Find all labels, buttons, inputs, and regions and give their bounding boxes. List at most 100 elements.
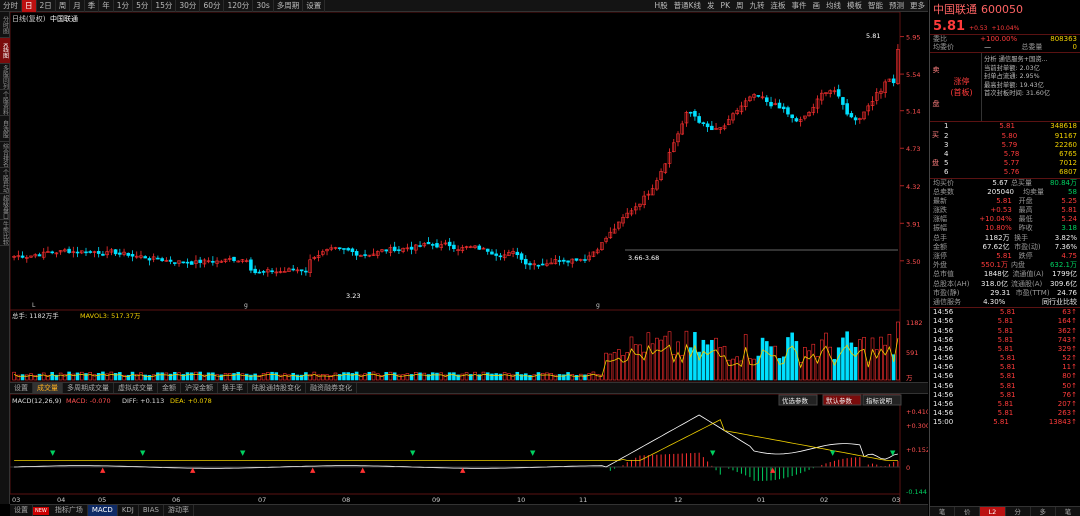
sidebar-item[interactable]: 个股资料 xyxy=(0,90,10,116)
candle-body xyxy=(392,246,397,252)
indicator-tab[interactable]: 成交量 xyxy=(33,383,63,393)
volume-bar xyxy=(270,371,274,381)
volume-bar xyxy=(858,339,862,381)
volume-bar xyxy=(354,371,359,381)
bottom-tab[interactable]: 指标广场 xyxy=(51,505,88,516)
indicator-tab[interactable]: 陆股通持股变化 xyxy=(248,383,306,393)
buy-level-row[interactable]: 6 5.76 6807 xyxy=(930,168,1080,177)
tick-direction-icon: ↑ xyxy=(1071,381,1077,390)
toolbar-tool[interactable]: 九转 xyxy=(747,0,768,11)
indicator-tab[interactable]: 融资融券变化 xyxy=(306,383,357,393)
candle-body xyxy=(485,248,490,252)
candle-body xyxy=(794,118,799,122)
candle-body xyxy=(777,102,782,109)
macd-dea-line xyxy=(14,419,898,461)
tick-price: 5.81 xyxy=(997,335,1014,344)
panel-tab[interactable]: 笔 xyxy=(930,507,956,516)
tick-price: 5.81 xyxy=(997,400,1014,408)
sidebar-item[interactable]: 自选股 xyxy=(0,116,10,142)
toolbar-tool[interactable]: 周 xyxy=(733,0,747,11)
toolbar-tool[interactable]: 智能 xyxy=(865,0,886,11)
toolbar-tool[interactable]: 预测 xyxy=(886,0,907,11)
period-tab[interactable]: 设置 xyxy=(303,0,326,12)
indicator-tab[interactable]: 虚拟成交量 xyxy=(114,383,158,393)
period-tab[interactable]: 120分 xyxy=(224,0,254,12)
sidebar-item[interactable]: 个股异动 xyxy=(0,168,10,194)
stat-value: 5.81 xyxy=(996,196,1012,205)
candle-body xyxy=(354,251,359,256)
volume-bar xyxy=(185,372,190,381)
period-tab[interactable]: 2日 xyxy=(37,0,56,12)
panel-tab[interactable]: 多 xyxy=(1031,507,1056,516)
bottom-tab[interactable]: 设置 xyxy=(10,505,33,516)
bottom-tab[interactable]: BIAS xyxy=(139,505,164,516)
toolbar-tool[interactable]: H股 xyxy=(651,0,670,11)
sidebar-item[interactable]: 超级盘口 xyxy=(0,194,10,220)
panel-tab[interactable]: 分 xyxy=(1006,507,1031,516)
bottom-tab[interactable]: MACD xyxy=(87,505,118,516)
buy-level-volume: 91167 xyxy=(1054,131,1077,140)
toolbar-tool[interactable]: 均线 xyxy=(823,0,844,11)
indicator-tab[interactable]: 金额 xyxy=(158,383,181,393)
toolbar-tool[interactable]: 连板 xyxy=(768,0,789,11)
sidebar-item[interactable]: 牛熊比较 xyxy=(0,220,10,246)
toolbar-tool[interactable]: 更多 xyxy=(907,0,928,11)
bottom-tab[interactable]: 游动率 xyxy=(164,505,194,516)
sidebar-item[interactable]: K线图 xyxy=(0,38,10,64)
period-tab[interactable]: 季 xyxy=(85,0,100,12)
toolbar-tool[interactable]: 普通K线 xyxy=(671,0,704,11)
buy-level-row[interactable]: 5 5.77 7012 xyxy=(930,159,1080,168)
period-tab[interactable]: 分时 xyxy=(0,0,22,12)
candle-body xyxy=(519,253,524,260)
toolbar-tool[interactable]: 画 xyxy=(810,0,824,11)
buy-level-row[interactable]: 2 5.80 91167 xyxy=(930,132,1080,141)
volume-bar xyxy=(718,347,723,381)
bottom-tab[interactable]: KDJ xyxy=(118,505,139,516)
chart-svg[interactable]: 5.95 5.54 5.14 4.73 4.32 3.91 3.50 日线(复权) 中国联通 5.… xyxy=(9,11,930,504)
volume-bar xyxy=(460,373,465,381)
period-tab[interactable]: 年 xyxy=(99,0,114,12)
buy-level-index: 1 xyxy=(944,122,949,131)
toolbar-tool[interactable]: PK xyxy=(718,1,733,10)
tick-price: 5.81 xyxy=(997,409,1014,418)
volume-bar xyxy=(198,371,202,381)
buy-level-row[interactable]: 3 5.79 22260 xyxy=(930,141,1080,150)
panel-tab[interactable]: 笔 xyxy=(1056,507,1080,516)
candle-body xyxy=(384,249,389,252)
stat-value: 同行业比较 xyxy=(1041,297,1077,306)
indicator-tab[interactable]: 沪深金额 xyxy=(181,383,218,393)
period-tab[interactable]: 60分 xyxy=(200,0,225,12)
tick-row: 14:56 5.81 263↑ xyxy=(930,409,1080,418)
candle-body xyxy=(845,103,849,115)
indicator-tab[interactable]: 换手率 xyxy=(218,383,248,393)
toolbar-tool[interactable]: 模板 xyxy=(844,0,865,11)
period-tab[interactable]: 周 xyxy=(56,0,71,12)
volume-bar xyxy=(735,356,739,381)
panel-tab[interactable]: 价 xyxy=(955,507,981,516)
limit-up-info: 分析 通信服务+国资... 当前封单额: 2.03亿 封单占流通: 2.95% … xyxy=(984,56,1051,97)
buy-level-row[interactable]: 1 5.81 348618 xyxy=(930,122,1080,131)
period-tab[interactable]: 5分 xyxy=(133,0,153,12)
sidebar-item[interactable]: 分时图 xyxy=(0,12,10,38)
period-tab[interactable]: 日 xyxy=(22,0,37,12)
volume-bar xyxy=(862,336,866,381)
period-tab[interactable]: 月 xyxy=(70,0,85,12)
tick-vol-group: 76↑ xyxy=(1062,391,1077,400)
period-tab[interactable]: 30分 xyxy=(176,0,201,12)
sidebar-item[interactable]: 综合排名 xyxy=(0,142,10,168)
sidebar-item[interactable]: 多股同列 xyxy=(0,64,10,90)
tick-time: 15:00 xyxy=(933,418,954,427)
limit-up-badge[interactable]: 涨停 (首板) xyxy=(942,53,982,122)
toolbar-tool[interactable]: 事件 xyxy=(789,0,810,11)
macd-tick-label: +0.300 xyxy=(906,422,928,430)
period-tab[interactable]: 1分 xyxy=(114,0,134,12)
indicator-tab[interactable]: 多周期成交量 xyxy=(63,383,114,393)
panel-tab[interactable]: L2 xyxy=(980,507,1006,516)
buy-level-row[interactable]: 4 5.78 6765 xyxy=(930,150,1080,159)
indicator-tab[interactable]: 设置 xyxy=(10,383,33,393)
period-tab[interactable]: 30s xyxy=(253,0,274,12)
period-tab[interactable]: 15分 xyxy=(152,0,177,12)
toolbar-tool[interactable]: 发 xyxy=(704,0,718,11)
macd-title: MACD(12,26,9) xyxy=(12,397,61,405)
period-tab[interactable]: 多周期 xyxy=(274,0,304,12)
